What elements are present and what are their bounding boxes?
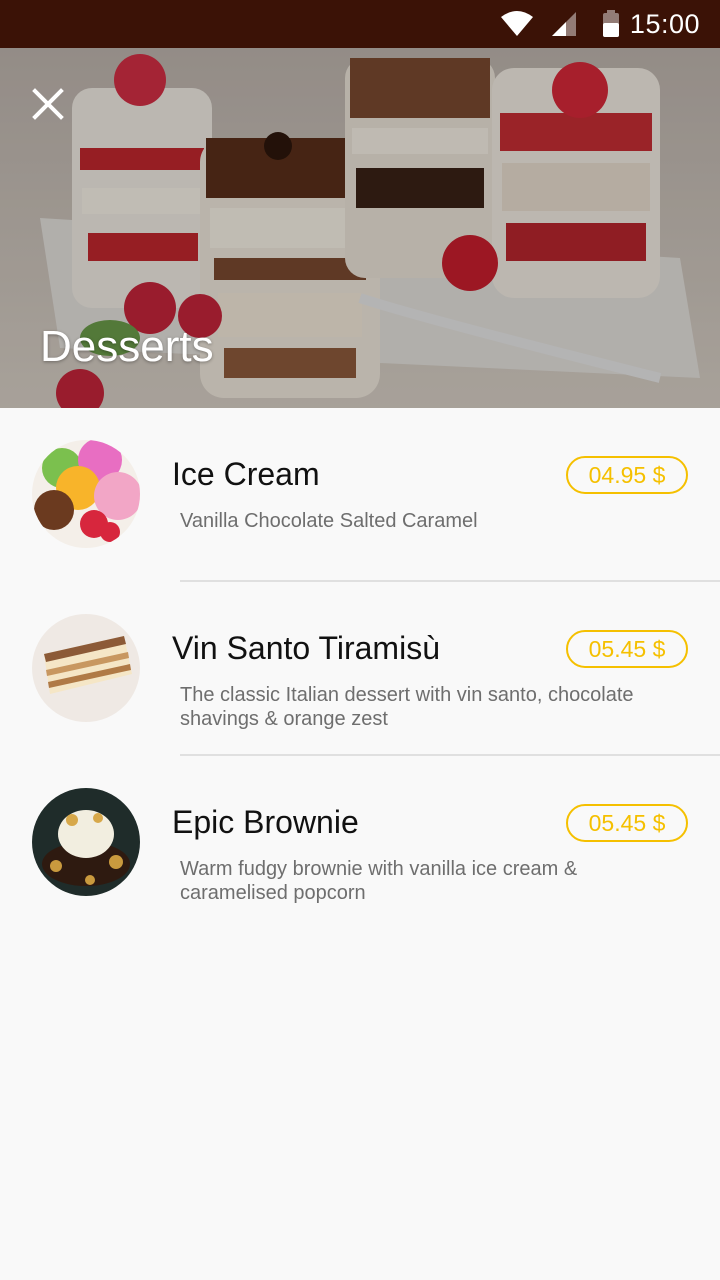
- battery-icon: [603, 10, 619, 37]
- ice-cream-thumbnail: [32, 440, 140, 548]
- wifi-icon: [501, 11, 533, 36]
- menu-item-name: Ice Cream: [172, 456, 320, 492]
- close-icon: [32, 88, 64, 120]
- cell-signal-icon: [552, 12, 576, 36]
- page-title: Desserts: [40, 322, 214, 371]
- price-badge[interactable]: 04.95 $: [566, 456, 688, 494]
- tiramisu-thumbnail: [32, 614, 140, 722]
- menu-item-name: Epic Brownie: [172, 804, 359, 840]
- menu-item-tiramisu[interactable]: Vin Santo Tiramisù 05.45 $ The classic I…: [0, 582, 720, 756]
- menu-item-description: The classic Italian dessert with vin san…: [180, 684, 634, 730]
- price-badge[interactable]: 05.45 $: [566, 804, 688, 842]
- menu-item-description: Warm fudgy brownie with vanilla ice crea…: [180, 858, 578, 904]
- dessert-menu-list: Ice Cream 04.95 $ Vanilla Chocolate Salt…: [0, 408, 720, 930]
- menu-item-ice-cream[interactable]: Ice Cream 04.95 $ Vanilla Chocolate Salt…: [0, 408, 720, 582]
- menu-item-epic-brownie[interactable]: Epic Brownie 05.45 $ Warm fudgy brownie …: [0, 756, 720, 930]
- status-time: 15:00: [629, 9, 700, 39]
- menu-item-description: Vanilla Chocolate Salted Caramel: [180, 510, 478, 532]
- price-badge[interactable]: 05.45 $: [566, 630, 688, 668]
- brownie-thumbnail: [32, 788, 140, 896]
- header-banner: Desserts: [0, 48, 720, 408]
- menu-item-name: Vin Santo Tiramisù: [172, 630, 440, 666]
- close-button[interactable]: [28, 84, 68, 124]
- status-bar: 15:00: [0, 0, 720, 48]
